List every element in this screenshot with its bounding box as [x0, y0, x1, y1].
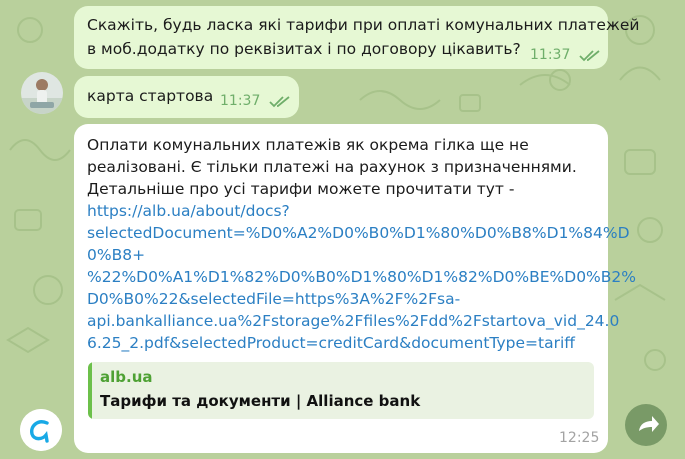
message-time: 11:37	[530, 47, 571, 63]
double-check-icon	[269, 96, 290, 108]
alliance-logo-icon	[20, 409, 62, 451]
message-text-line: Оплати комунальних платежів як окрема гі…	[87, 136, 529, 154]
bank-avatar[interactable]	[20, 409, 62, 451]
message-time: 11:37	[220, 93, 261, 109]
message-text: карта стартова	[87, 87, 214, 105]
message-link[interactable]: %22%D0%A1%D1%82%D0%B0%D1%80%D1%82%D0%BE%…	[87, 266, 636, 288]
user-photo-icon	[21, 72, 63, 114]
outgoing-message[interactable]: Скажіть, будь ласка які тарифи при оплат…	[74, 6, 639, 69]
share-button[interactable]	[625, 404, 667, 446]
message-text-line: Скажіть, будь ласка які тарифи при оплат…	[87, 16, 640, 34]
message-link[interactable]: 6.25_2.pdf&selectedProduct=creditCard&do…	[87, 332, 575, 354]
message-text-line: Детальніше про усі тарифи можете прочита…	[87, 180, 515, 198]
message-link[interactable]: https://alb.ua/about/docs?	[87, 200, 290, 222]
message-link[interactable]: D0%B0%22&selectedFile=https%3A%2F%2Fsa-	[87, 288, 460, 310]
share-arrow-icon	[639, 416, 659, 432]
message-link[interactable]: api.bankalliance.ua%2Fstorage%2Ffiles%2F…	[87, 310, 619, 332]
link-preview[interactable]: alb.ua Тарифи та документи | Alliance ba…	[88, 362, 594, 419]
preview-accent-bar	[88, 362, 92, 419]
message-text-line: реалізовані. Є тільки платежі на рахунок…	[87, 158, 577, 176]
preview-site-name: alb.ua	[100, 368, 153, 386]
preview-title: Тарифи та документи | Alliance bank	[100, 392, 421, 410]
message-time: 12:25	[559, 430, 600, 446]
double-check-icon	[579, 50, 600, 62]
outgoing-message[interactable]: карта стартова 11:37	[74, 76, 299, 118]
message-link[interactable]: selectedDocument=%D0%A2%D0%B0%D1%80%D0%B…	[87, 222, 630, 244]
message-text-line: в моб.додатку по реквізитах і по договор…	[87, 40, 521, 58]
user-avatar[interactable]	[21, 72, 63, 114]
message-link[interactable]: 0%B8+	[87, 244, 145, 266]
